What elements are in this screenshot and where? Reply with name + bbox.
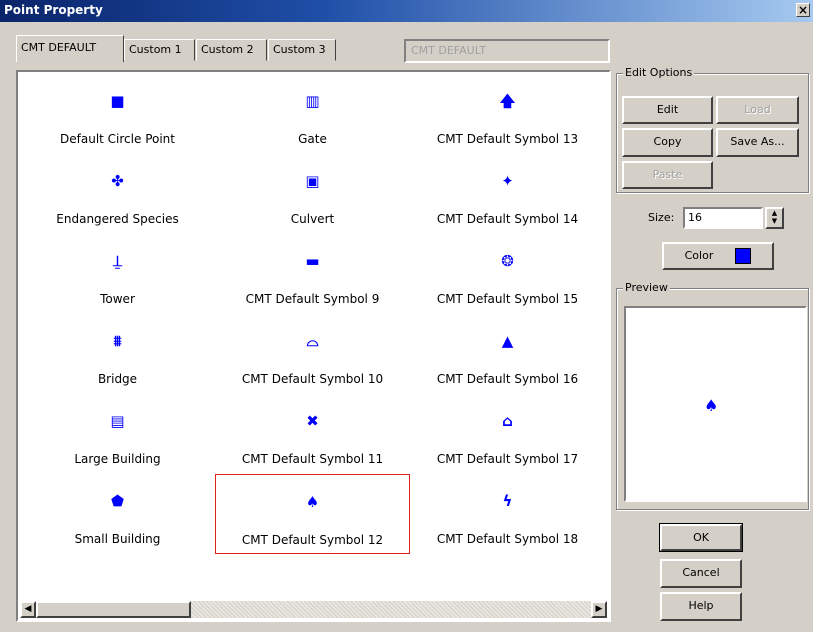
symbol-label: CMT Default Symbol 16 xyxy=(436,372,579,386)
help-button[interactable]: Help xyxy=(660,592,742,621)
symbol-grid: ■ Default Circle Point ▥ Gate 🡅 CMT Defa… xyxy=(16,70,611,622)
symbol-cell[interactable]: ▲ CMT Default Symbol 16 xyxy=(410,314,605,394)
symbol-label: Culvert xyxy=(290,212,335,226)
preview-box: ♠ xyxy=(624,306,807,502)
gear-icon: ❂ xyxy=(501,252,514,270)
symbol-label: CMT Default Symbol 14 xyxy=(436,212,579,226)
ok-button[interactable]: OK xyxy=(659,523,743,552)
symbol-label: Bridge xyxy=(97,372,138,386)
load-button[interactable]: Load xyxy=(716,96,799,124)
paste-button[interactable]: Paste xyxy=(622,161,713,189)
size-label: Size: xyxy=(648,211,675,224)
preview-legend: Preview xyxy=(623,281,670,294)
symbol-cell[interactable]: ▤ Large Building xyxy=(20,394,215,474)
title-bar: Point Property × xyxy=(0,0,813,22)
tab-cmt-default[interactable]: CMT DEFAULT xyxy=(16,35,124,62)
gate-icon: ▥ xyxy=(305,92,320,110)
house-icon: ⌂ xyxy=(502,412,513,430)
tab-custom-2[interactable]: Custom 2 xyxy=(196,39,267,61)
symbol-cell[interactable]: ⩩ Bridge xyxy=(20,314,215,394)
symbol-label: Large Building xyxy=(74,452,161,466)
cloud-outline-icon: ⌓ xyxy=(306,332,319,350)
library-name-field[interactable]: CMT DEFAULT xyxy=(404,39,610,63)
symbol-label: Tower xyxy=(100,292,135,306)
symbol-label: Gate xyxy=(298,132,327,146)
bird-icon: ✤ xyxy=(111,172,124,190)
close-button[interactable]: × xyxy=(796,3,810,17)
symbol-label: CMT Default Symbol 15 xyxy=(436,292,579,306)
small-building-icon: ⬟ xyxy=(110,492,125,510)
symbol-cell[interactable]: ✖ CMT Default Symbol 11 xyxy=(215,394,410,474)
size-spinner[interactable]: ▲ ▼ xyxy=(765,207,784,229)
symbol-cell[interactable]: ϟ CMT Default Symbol 18 xyxy=(410,474,605,554)
color-swatch xyxy=(735,248,752,264)
symbol-cell[interactable]: ✦ CMT Default Symbol 14 xyxy=(410,154,605,234)
cancel-button[interactable]: Cancel xyxy=(660,559,742,588)
symbol-cell[interactable]: ⬟ Small Building xyxy=(20,474,215,554)
tab-custom-3[interactable]: Custom 3 xyxy=(268,39,336,61)
symbol-cell[interactable]: ⌓ CMT Default Symbol 10 xyxy=(215,314,410,394)
circle-point-icon: ■ xyxy=(110,92,125,110)
symbol-label: Small Building xyxy=(74,532,161,546)
star-icon: ✦ xyxy=(501,172,514,190)
tab-custom-1[interactable]: Custom 1 xyxy=(124,39,195,61)
symbol-label: CMT Default Symbol 13 xyxy=(436,132,579,146)
symbol-cell[interactable]: ⌂ CMT Default Symbol 17 xyxy=(410,394,605,474)
tower-icon: ⍊ xyxy=(112,252,122,270)
color-button[interactable]: Color xyxy=(662,242,774,270)
symbol-cell-selected[interactable]: ♠ CMT Default Symbol 12 xyxy=(215,474,410,554)
lightning-icon: ϟ xyxy=(502,492,513,510)
scroll-left-button[interactable]: ◀ xyxy=(20,601,36,618)
edit-options-legend: Edit Options xyxy=(623,66,695,79)
symbol-label: CMT Default Symbol 10 xyxy=(241,372,384,386)
scroll-thumb[interactable] xyxy=(36,601,191,618)
color-label: Color xyxy=(684,249,714,262)
symbol-label: CMT Default Symbol 11 xyxy=(241,452,384,466)
symbol-label: Default Circle Point xyxy=(60,132,175,146)
size-input[interactable]: 16 xyxy=(683,207,763,229)
large-building-icon: ▤ xyxy=(110,412,125,430)
symbol-label: CMT Default Symbol 9 xyxy=(245,292,380,306)
symbol-cell[interactable]: ▣ Culvert xyxy=(215,154,410,234)
x-icon: ✖ xyxy=(306,412,319,430)
mountain-icon: ▲ xyxy=(501,332,514,350)
scroll-right-button[interactable]: ▶ xyxy=(591,601,607,618)
bridge-icon: ⩩ xyxy=(113,332,122,350)
culvert-icon: ▣ xyxy=(305,172,320,190)
tree-icon: ♠ xyxy=(704,396,719,415)
window-title: Point Property xyxy=(4,3,103,17)
edit-button[interactable]: Edit xyxy=(622,96,713,124)
symbol-cell[interactable]: ❂ CMT Default Symbol 15 xyxy=(410,234,605,314)
symbol-label: Endangered Species xyxy=(56,212,179,226)
up-arrow-icon: 🡅 xyxy=(499,92,516,110)
symbol-label: CMT Default Symbol 18 xyxy=(436,532,579,546)
symbol-cell[interactable]: ✤ Endangered Species xyxy=(20,154,215,234)
symbol-cell[interactable]: ▬ CMT Default Symbol 9 xyxy=(215,234,410,314)
tree-icon: ♠ xyxy=(305,493,320,511)
spin-up-icon[interactable]: ▲ xyxy=(767,209,782,217)
horizontal-scrollbar[interactable]: ◀ ▶ xyxy=(20,601,607,618)
symbol-label: CMT Default Symbol 17 xyxy=(436,452,579,466)
dome-icon: ▬ xyxy=(305,252,320,270)
symbol-cell[interactable]: 🡅 CMT Default Symbol 13 xyxy=(410,74,605,154)
symbol-cell[interactable]: ⍊ Tower xyxy=(20,234,215,314)
copy-button[interactable]: Copy xyxy=(622,128,713,157)
symbol-cell[interactable]: ▥ Gate xyxy=(215,74,410,154)
symbol-label: CMT Default Symbol 12 xyxy=(241,533,384,547)
save-as-button[interactable]: Save As... xyxy=(716,128,799,157)
symbol-cell[interactable]: ■ Default Circle Point xyxy=(20,74,215,154)
spin-down-icon[interactable]: ▼ xyxy=(767,217,782,225)
